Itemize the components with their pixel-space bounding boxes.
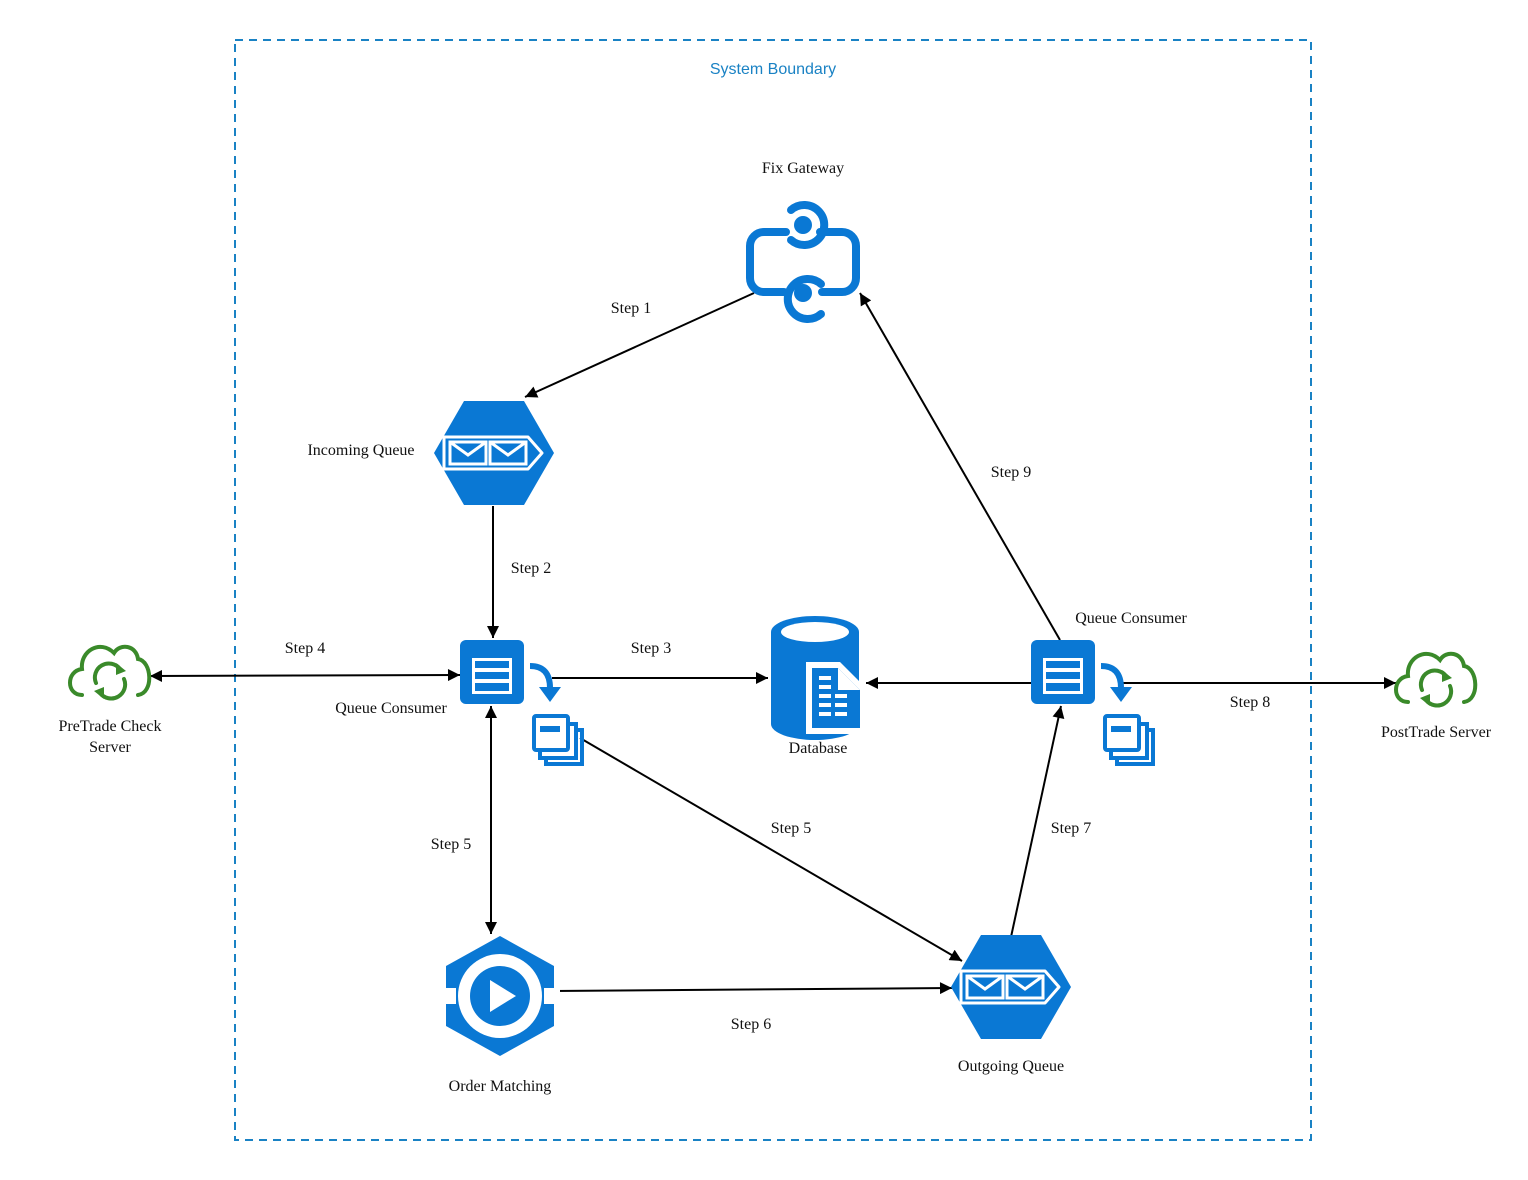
stream-play-icon (440, 936, 560, 1056)
incoming-queue-label: Incoming Queue (307, 442, 414, 459)
queue-consumer-right-label: Queue Consumer (1075, 610, 1187, 627)
system-boundary-label: System Boundary (710, 61, 836, 78)
edge-label-step5-diagonal: Step 5 (771, 820, 811, 837)
node-queue-consumer-left[interactable]: Queue Consumer (335, 640, 582, 764)
node-outgoing-queue[interactable]: Outgoing Queue (949, 933, 1073, 1075)
edge-step4[interactable] (149, 669, 461, 682)
order-matching-label: Order Matching (449, 1078, 552, 1095)
edge-label-step6: Step 6 (731, 1016, 771, 1033)
queue-consumer-icon (460, 640, 582, 764)
edge-step5-diagonal[interactable] (579, 737, 963, 962)
node-database[interactable]: Database (771, 616, 866, 757)
edge-step6[interactable] (552, 982, 953, 995)
edge-label-step5-vertical: Step 5 (431, 836, 471, 853)
edge-label-step7: Step 7 (1051, 820, 1091, 837)
outgoing-queue-label: Outgoing Queue (958, 1058, 1064, 1075)
queue-consumer-left-label: Queue Consumer (335, 700, 447, 717)
database-icon (771, 616, 866, 740)
fix-gateway-label: Fix Gateway (762, 160, 844, 177)
edge-label-step8: Step 8 (1230, 694, 1270, 711)
edge-label-step1: Step 1 (611, 300, 651, 317)
node-pretrade-server[interactable]: PreTrade Check Server (59, 644, 162, 756)
database-label: Database (789, 740, 848, 757)
node-fix-gateway[interactable]: Fix Gateway (746, 160, 860, 323)
node-posttrade-server[interactable]: PostTrade Server (1381, 651, 1492, 741)
architecture-diagram: System Boundary Step 1 Step 2 Step 3 Ste… (59, 39, 1492, 1141)
queue-hexagon-icon (949, 933, 1073, 1041)
edge-label-step2: Step 2 (511, 560, 551, 577)
node-order-matching[interactable]: Order Matching (440, 936, 560, 1095)
edge-label-step9: Step 9 (991, 464, 1031, 481)
edge-label-step4: Step 4 (285, 640, 325, 657)
pretrade-label-line2: Server (89, 739, 131, 756)
cloud-sync-icon (68, 644, 152, 701)
cloud-sync-icon (1394, 651, 1478, 708)
node-incoming-queue[interactable]: Incoming Queue (307, 399, 556, 507)
system-boundary (234, 39, 1312, 1141)
queue-hexagon-icon (432, 399, 556, 507)
posttrade-label: PostTrade Server (1381, 724, 1492, 741)
edge-label-step3: Step 3 (631, 640, 671, 657)
queue-consumer-icon (1031, 640, 1153, 764)
api-gateway-icon (746, 201, 860, 323)
pretrade-label-line1: PreTrade Check (59, 718, 162, 735)
